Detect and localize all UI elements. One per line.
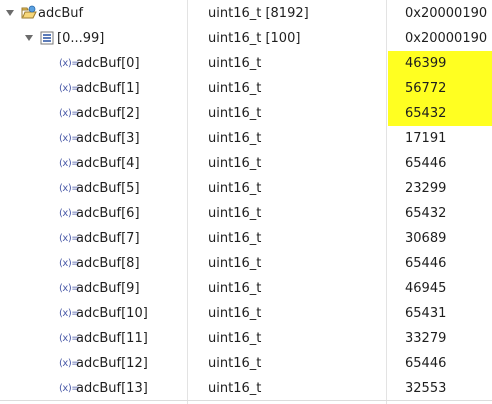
variable-name: adcBuf[5] [76, 181, 140, 196]
tree-row-element[interactable]: (x)= adcBuf[0] uint16_t 46399 [0, 51, 492, 76]
tree-row-element[interactable]: (x)= adcBuf[5] uint16_t 23299 [0, 176, 492, 201]
variable-name: adcBuf [38, 6, 84, 21]
name-cell: (x)= adcBuf[8] [0, 251, 187, 276]
name-cell: (x)= adcBuf[13] [0, 376, 187, 401]
type-cell: uint16_t [208, 106, 262, 121]
value-cell[interactable]: 65446 [387, 351, 492, 376]
variable-name: adcBuf[4] [76, 156, 140, 171]
tree-row-element[interactable]: (x)= adcBuf[1] uint16_t 56772 [0, 76, 492, 101]
value-cell-changed[interactable]: 56772 [388, 76, 492, 101]
variable-name: adcBuf[12] [76, 356, 148, 371]
value-cell[interactable]: 17191 [387, 126, 492, 151]
name-cell: (x)= adcBuf[3] [0, 126, 187, 151]
name-cell: (x)= adcBuf[11] [0, 326, 187, 351]
array-range-icon [40, 30, 55, 51]
type-cell: uint16_t [8192] [208, 6, 309, 21]
tree-row-element[interactable]: (x)= adcBuf[9] uint16_t 46945 [0, 276, 492, 301]
value-cell[interactable]: 65446 [387, 251, 492, 276]
type-cell: uint16_t [208, 206, 262, 221]
type-cell: uint16_t [100] [208, 31, 301, 46]
variable-name: adcBuf[1] [76, 81, 140, 96]
struct-pointer-icon [21, 5, 37, 26]
name-cell: (x)= adcBuf[10] [0, 301, 187, 326]
value-cell[interactable]: 65446 [387, 151, 492, 176]
tree-row-element[interactable]: (x)= adcBuf[10] uint16_t 65431 [0, 301, 492, 326]
tree-row-element[interactable]: (x)= adcBuf[12] uint16_t 65446 [0, 351, 492, 376]
group-name: [0...99] [57, 31, 105, 46]
name-cell: (x)= adcBuf[12] [0, 351, 187, 376]
type-cell: uint16_t [208, 181, 262, 196]
variable-name: adcBuf[0] [76, 56, 140, 71]
type-cell: uint16_t [208, 81, 262, 96]
name-cell: (x)= adcBuf[5] [0, 176, 187, 201]
value-cell[interactable]: 0x20000190 < [387, 1, 492, 26]
bottom-border [0, 400, 492, 401]
type-cell: uint16_t [208, 306, 262, 321]
variable-name: adcBuf[7] [76, 231, 140, 246]
type-cell: uint16_t [208, 381, 262, 396]
type-cell: uint16_t [208, 131, 262, 146]
name-cell: (x)= adcBuf[7] [0, 226, 187, 251]
value-cell[interactable]: 33279 [387, 326, 492, 351]
value-cell[interactable]: 65431 [387, 301, 492, 326]
value-cell[interactable]: 23299 [387, 176, 492, 201]
tree-row-element[interactable]: (x)= adcBuf[13] uint16_t 32553 [0, 376, 492, 401]
variable-name: adcBuf[8] [76, 256, 140, 271]
value-cell[interactable]: 0x20000190 < [387, 26, 492, 51]
value-cell[interactable]: 65432 [387, 201, 492, 226]
tree-row-element[interactable]: (x)= adcBuf[6] uint16_t 65432 [0, 201, 492, 226]
tree-row-element[interactable]: (x)= adcBuf[3] uint16_t 17191 [0, 126, 492, 151]
value-cell[interactable]: 46945 [387, 276, 492, 301]
variable-name: adcBuf[3] [76, 131, 140, 146]
type-cell: uint16_t [208, 281, 262, 296]
tree-row-group[interactable]: [0...99] uint16_t [100] 0x20000190 < [0, 26, 492, 51]
type-cell: uint16_t [208, 156, 262, 171]
type-cell: uint16_t [208, 356, 262, 371]
variable-name: adcBuf[6] [76, 206, 140, 221]
value-cell-changed[interactable]: 65432 [388, 101, 492, 126]
type-cell: uint16_t [208, 231, 262, 246]
name-cell: (x)= adcBuf[6] [0, 201, 187, 226]
expand-toggle-icon[interactable] [6, 10, 14, 16]
tree-row-element[interactable]: (x)= adcBuf[7] uint16_t 30689 [0, 226, 492, 251]
type-cell: uint16_t [208, 56, 262, 71]
name-cell: adcBuf [0, 1, 187, 26]
type-cell: uint16_t [208, 256, 262, 271]
name-cell: (x)= adcBuf[2] [0, 101, 187, 126]
tree-row-root[interactable]: adcBuf uint16_t [8192] 0x20000190 < [0, 1, 492, 26]
name-cell: (x)= adcBuf[1] [0, 76, 187, 101]
tree-row-element[interactable]: (x)= adcBuf[11] uint16_t 33279 [0, 326, 492, 351]
type-cell: uint16_t [208, 331, 262, 346]
name-cell: (x)= adcBuf[0] [0, 51, 187, 76]
value-cell-changed[interactable]: 46399 [388, 51, 492, 76]
variable-name: adcBuf[11] [76, 331, 148, 346]
variable-name: adcBuf[2] [76, 106, 140, 121]
tree-row-element[interactable]: (x)= adcBuf[8] uint16_t 65446 [0, 251, 492, 276]
value-cell[interactable]: 32553 [387, 376, 492, 401]
variable-name: adcBuf[13] [76, 381, 148, 396]
name-cell: (x)= adcBuf[9] [0, 276, 187, 301]
expand-toggle-icon[interactable] [25, 35, 33, 41]
tree-row-element[interactable]: (x)= adcBuf[2] uint16_t 65432 [0, 101, 492, 126]
name-cell: [0...99] [0, 26, 187, 51]
variable-name: adcBuf[10] [76, 306, 148, 321]
name-cell: (x)= adcBuf[4] [0, 151, 187, 176]
value-cell[interactable]: 30689 [387, 226, 492, 251]
variables-tree: adcBuf uint16_t [8192] 0x20000190 < [0..… [0, 0, 492, 404]
variable-name: adcBuf[9] [76, 281, 140, 296]
tree-row-element[interactable]: (x)= adcBuf[4] uint16_t 65446 [0, 151, 492, 176]
